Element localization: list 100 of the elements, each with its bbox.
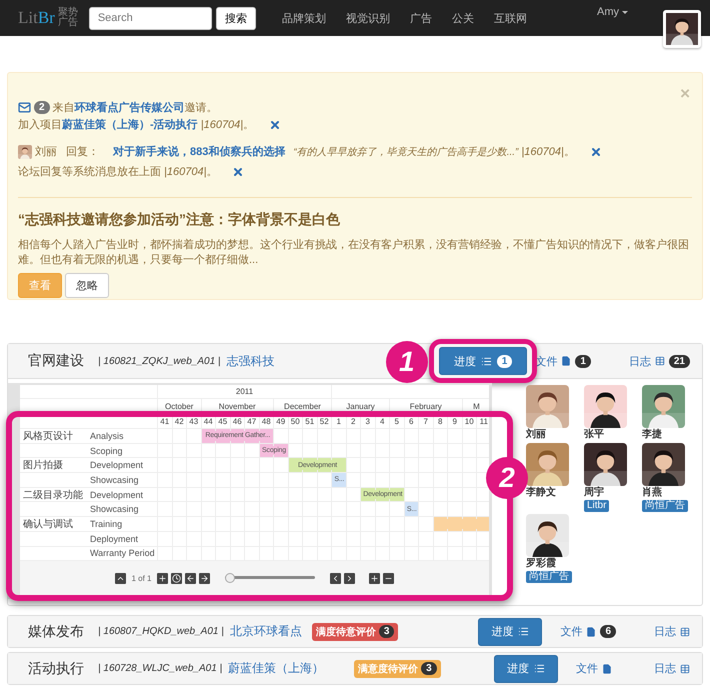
week-label: 50: [288, 415, 302, 428]
week-label: 8: [432, 415, 447, 428]
notification-text: 加入项目蔚蓝佳策（上海）-活动执行 |160704|。: [18, 118, 254, 132]
files-link[interactable]: 文件: [576, 661, 612, 676]
week-label: 2: [346, 415, 360, 428]
week-label: 51: [302, 415, 316, 428]
client-link[interactable]: 蔚蓝佳策（上海）: [228, 660, 324, 677]
month-label: M: [462, 399, 489, 414]
logo[interactable]: LitBr: [18, 8, 55, 28]
alert-button[interactable]: 忽略: [65, 273, 109, 298]
notification-link[interactable]: 蔚蓝佳策（上海）-活动执行: [62, 119, 198, 131]
member-name: 张平: [584, 428, 604, 441]
task-label: Showcasing: [90, 504, 139, 514]
week-label: 43: [186, 415, 200, 428]
notification-link[interactable]: 对于新手来说，883和侦察兵的选择: [113, 146, 286, 158]
log-link[interactable]: 日志: [654, 624, 690, 639]
nav-link[interactable]: 广告: [410, 10, 432, 26]
user-name: 刘丽: [35, 144, 57, 159]
week-label: 44: [200, 415, 215, 428]
project-title: 官网建设: [28, 352, 84, 370]
notification-link[interactable]: 环球看点广告传媒公司: [74, 102, 185, 114]
log-link[interactable]: 日志: [654, 661, 690, 676]
project-code: | 160728_WLJC_web_A01 |: [98, 663, 222, 674]
week-label: 42: [172, 415, 186, 428]
task-label: Warranty Period: [90, 548, 155, 558]
group-label: 确认与调试: [23, 518, 73, 530]
company-tag: Litbr: [584, 500, 610, 512]
progress-button[interactable]: 进度: [494, 654, 558, 682]
week-label: 11: [476, 415, 489, 428]
week-label: 5: [389, 415, 404, 428]
progress-button[interactable]: 进度: [478, 618, 542, 646]
member-name: 罗彩霞: [526, 557, 556, 570]
count-badge: 3: [378, 625, 394, 638]
count-badge: 2: [34, 101, 50, 114]
member-name: 李捷: [642, 428, 662, 441]
log-link[interactable]: 日志 21: [628, 354, 690, 368]
client-link[interactable]: 志强科技: [226, 352, 274, 370]
user-menu[interactable]: Amy: [597, 6, 628, 18]
company-tag: 尚恒广告: [642, 500, 688, 512]
task-label: Showcasing: [90, 474, 139, 485]
group-label: 二级目录功能: [23, 490, 83, 501]
member-name: 李静文: [526, 486, 556, 499]
callout-number: 1: [386, 341, 428, 383]
project-code: | 160821_ZQKJ_web_A01 |: [98, 356, 220, 366]
project-header[interactable]: 媒体发布 | 160807_HQKD_web_A01 | 北京环球看点 满度待意评价 3 进度 文件 6 日志: [8, 616, 702, 647]
project-title: 媒体发布: [28, 622, 84, 640]
month-label: October: [157, 399, 200, 414]
nav-link[interactable]: 公关: [452, 10, 474, 26]
week-label: 49: [273, 415, 288, 428]
week-label: 52: [316, 415, 331, 428]
logo-tagline: 聚势广告: [58, 8, 79, 28]
year-label: 2011: [157, 385, 331, 398]
nav-link[interactable]: 互联网: [494, 10, 527, 26]
week-label: 6: [404, 415, 418, 428]
month-label: January: [331, 399, 389, 414]
task-label: Training: [90, 518, 122, 529]
week-label: 3: [360, 415, 374, 428]
week-label: 48: [258, 415, 273, 428]
week-label: 9: [447, 415, 462, 428]
search-field[interactable]: Search: [88, 6, 212, 30]
client-link[interactable]: 北京环球看点: [230, 623, 302, 640]
member-name: 周宇: [584, 486, 604, 499]
page-indicator: 1 of 1: [131, 574, 152, 583]
week-label: 7: [418, 415, 432, 428]
search-button[interactable]: 搜索: [216, 6, 256, 30]
project-code: | 160807_HQKD_web_A01 |: [98, 626, 224, 637]
notification-text: 论坛回复等系统消息放在上面 |160704|。: [18, 164, 218, 179]
week-label: 10: [462, 415, 476, 428]
member-name: 刘丽: [526, 428, 546, 441]
notification-text: 回复： 对于新手来说，883和侦察兵的选择 “有的人早早放弃了，毕竟天生的广告高手是少数...” |160704|。: [66, 144, 575, 159]
task-label: Scoping: [90, 446, 123, 456]
task-label: Development: [90, 460, 144, 470]
month-label: November: [200, 399, 273, 414]
week-label: 4: [374, 415, 389, 428]
rating-text: 满度待意评价: [316, 625, 376, 638]
week-label: 41: [157, 415, 172, 428]
week-label: 46: [230, 415, 244, 428]
notification-text: 来自环球看点广告传媒公司邀请。: [52, 100, 218, 115]
progress-button[interactable]: 进度 1: [438, 347, 528, 375]
count-badge: 3: [421, 662, 437, 675]
project-title: 活动执行: [28, 660, 84, 678]
nav-link[interactable]: 视觉识别: [346, 10, 390, 26]
rating-text: 满意度待评价: [358, 662, 418, 676]
alert-message: 相信每个人踏入广告业时，都怀揣着成功的梦想。这个行业有挑战，在没有客户积累，没有营销经验，不懂广告知识的情况下，做客户很困难。但也有着无限的机遇，只要每一个都仔细做...: [18, 238, 690, 268]
alert-title: “志强科技邀请您参加活动”注意：字体背景不是白色: [18, 211, 341, 229]
task-label: Deployment: [90, 534, 138, 544]
files-link[interactable]: 文件 6: [560, 624, 616, 639]
group-label: 图片拍摄: [23, 460, 63, 472]
project-header[interactable]: 活动执行 | 160728_WLJC_web_A01 | 蔚蓝佳策（上海） 满意度待评价 3 进度 文件 日志: [8, 653, 702, 684]
week-label: 47: [244, 415, 258, 428]
company-tag: 尚恒广告: [526, 571, 572, 583]
week-label: 1: [331, 415, 346, 428]
task-label: Analysis: [90, 430, 124, 441]
nav-link[interactable]: 品牌策划: [282, 10, 326, 26]
month-label: February: [389, 399, 462, 414]
group-label: 风格页设计: [23, 430, 73, 442]
month-label: December: [273, 399, 331, 414]
task-label: Development: [90, 490, 144, 500]
member-name: 肖燕: [642, 486, 662, 499]
week-label: 45: [215, 415, 230, 428]
